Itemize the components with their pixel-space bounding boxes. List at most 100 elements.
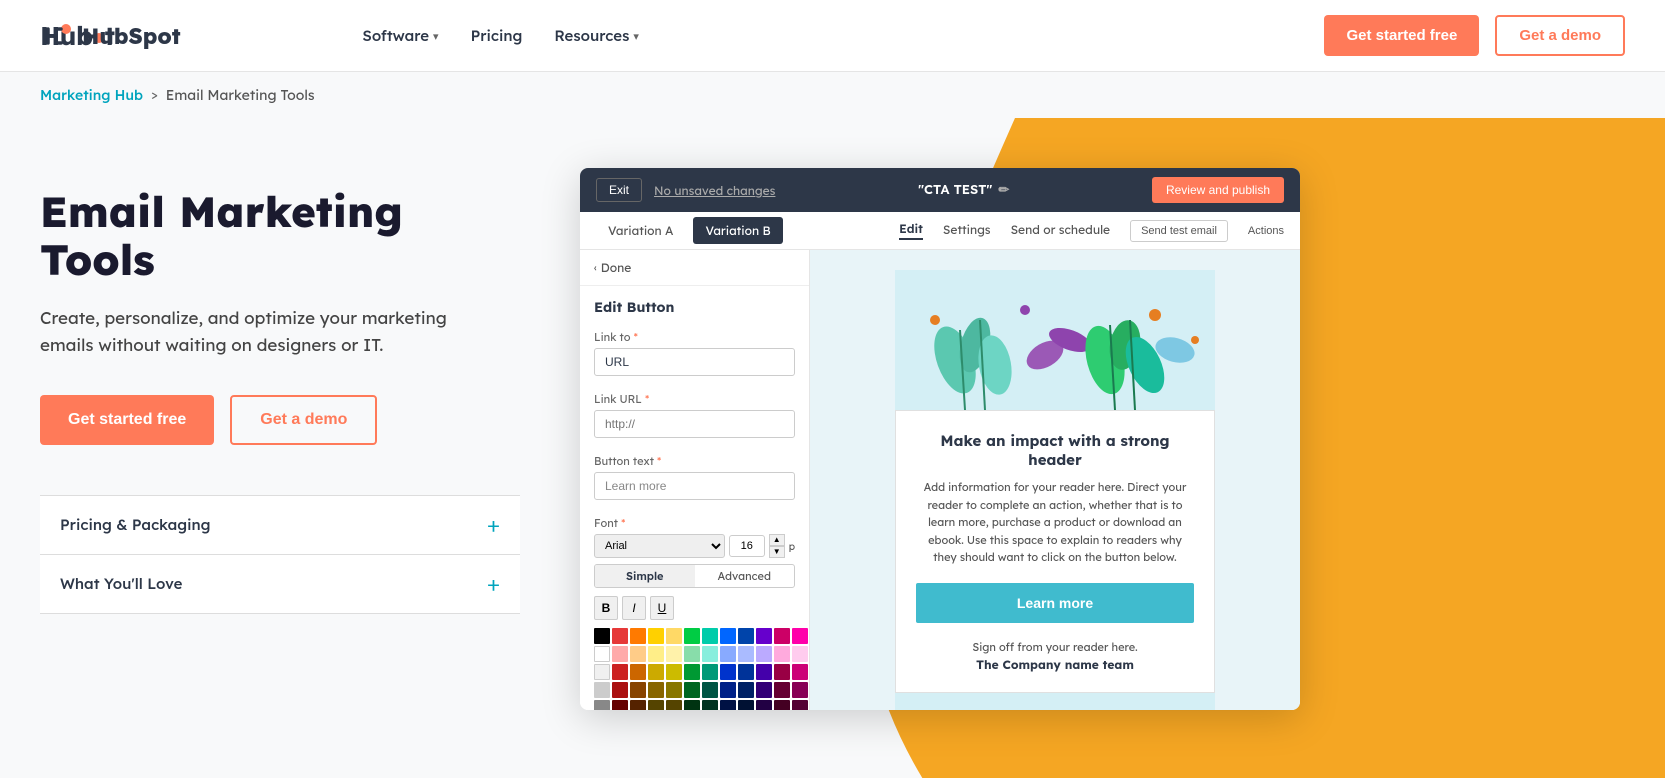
color-swatch-yellow2[interactable] (666, 628, 682, 644)
color-swatch-teal4[interactable] (702, 682, 718, 698)
color-swatch-teal5[interactable] (702, 700, 718, 710)
hubspot-logo[interactable]: HubSpot (40, 17, 181, 55)
color-swatch-purple3[interactable] (756, 664, 772, 680)
panel-settings-tab[interactable]: Settings (943, 222, 991, 239)
color-swatch-pink4[interactable] (792, 646, 808, 662)
color-swatch-yellow10[interactable] (666, 700, 682, 710)
link-url-input[interactable] (594, 410, 795, 438)
color-swatch-pink2[interactable] (792, 628, 808, 644)
color-swatch-black[interactable] (594, 628, 610, 644)
panel-exit-button[interactable]: Exit (596, 178, 642, 202)
color-swatch-pink6[interactable] (792, 664, 808, 680)
color-swatch-pink9[interactable] (774, 700, 790, 710)
color-swatch-gray2[interactable] (594, 682, 610, 698)
color-swatch-green4[interactable] (684, 682, 700, 698)
hero-get-started-button[interactable]: Get started free (40, 395, 214, 445)
accordion: Pricing & Packaging + What You'll Love + (40, 495, 520, 614)
color-swatch-yellow4[interactable] (666, 646, 682, 662)
color-swatch-white[interactable] (594, 646, 610, 662)
edit-back-button[interactable]: ‹ Done (580, 250, 809, 286)
color-swatch-gray3[interactable] (594, 700, 610, 710)
accordion-header-love[interactable]: What You'll Love + (40, 555, 520, 613)
color-swatch-teal3[interactable] (702, 664, 718, 680)
breadcrumb-parent-link[interactable]: Marketing Hub (40, 86, 143, 104)
color-swatch-purple2[interactable] (756, 646, 772, 662)
nav-software[interactable]: Software ▾ (362, 26, 438, 45)
panel-title-edit-icon[interactable]: ✏ (998, 182, 1009, 198)
link-to-select[interactable]: URL (594, 348, 795, 376)
color-swatch-yellow9[interactable] (648, 700, 664, 710)
color-swatch-teal1[interactable] (702, 628, 718, 644)
advanced-tab[interactable]: Advanced (695, 565, 795, 587)
color-swatch-blue10[interactable] (738, 700, 754, 710)
nav-get-started-button[interactable]: Get started free (1324, 15, 1479, 56)
font-select[interactable]: Arial (594, 534, 725, 558)
breadcrumb-separator: > (151, 87, 158, 103)
color-swatch-red2[interactable] (612, 646, 628, 662)
color-swatch-red1[interactable] (612, 628, 628, 644)
button-text-input[interactable] (594, 472, 795, 500)
panel-variation-a-tab[interactable]: Variation A (596, 217, 685, 244)
color-swatch-orange5[interactable] (630, 700, 646, 710)
panel-body: ‹ Done Edit Button Link to * URL (580, 250, 1300, 710)
italic-button[interactable]: I (622, 596, 646, 620)
panel-edit-tab[interactable]: Edit (899, 221, 923, 240)
color-swatch-red5[interactable] (612, 700, 628, 710)
color-swatch-pink7[interactable] (774, 682, 790, 698)
font-size-down[interactable]: ▼ (769, 546, 785, 558)
color-swatch-pink5[interactable] (774, 664, 790, 680)
color-swatch-pink8[interactable] (792, 682, 808, 698)
color-swatch-blue6[interactable] (738, 664, 754, 680)
color-swatch-green2[interactable] (684, 646, 700, 662)
color-swatch-yellow3[interactable] (648, 646, 664, 662)
color-swatch-red4[interactable] (612, 682, 628, 698)
nav-get-demo-button[interactable]: Get a demo (1495, 15, 1625, 56)
color-swatch-yellow6[interactable] (666, 664, 682, 680)
panel-send-schedule-tab[interactable]: Send or schedule (1011, 222, 1111, 239)
color-swatch-yellow7[interactable] (648, 682, 664, 698)
color-swatch-yellow8[interactable] (666, 682, 682, 698)
panel-publish-button[interactable]: Review and publish (1152, 177, 1284, 203)
color-swatch-orange1[interactable] (630, 628, 646, 644)
simple-tab[interactable]: Simple (595, 565, 695, 587)
color-swatch-blue2[interactable] (738, 628, 754, 644)
color-swatch-pink1[interactable] (774, 628, 790, 644)
font-size-up[interactable]: ▲ (769, 534, 785, 546)
panel-unsaved-changes[interactable]: No unsaved changes (654, 183, 775, 198)
panel-actions-button[interactable]: Actions (1248, 225, 1284, 237)
color-swatch-teal2[interactable] (702, 646, 718, 662)
color-swatch-green1[interactable] (684, 628, 700, 644)
color-swatch-blue3[interactable] (720, 646, 736, 662)
panel-send-test-button[interactable]: Send test email (1130, 220, 1228, 242)
color-swatch-green5[interactable] (684, 700, 700, 710)
color-swatch-pink10[interactable] (792, 700, 808, 710)
accordion-header-pricing[interactable]: Pricing & Packaging + (40, 496, 520, 554)
color-swatch-purple5[interactable] (756, 700, 772, 710)
color-swatch-gray1[interactable] (594, 664, 610, 680)
color-swatch-red3[interactable] (612, 664, 628, 680)
hero-get-demo-button[interactable]: Get a demo (230, 395, 377, 445)
color-swatch-blue8[interactable] (738, 682, 754, 698)
color-swatch-orange4[interactable] (630, 682, 646, 698)
color-swatch-purple1[interactable] (756, 628, 772, 644)
panel-variation-b-tab[interactable]: Variation B (693, 217, 782, 244)
nav-pricing[interactable]: Pricing (471, 26, 523, 45)
color-swatch-purple4[interactable] (756, 682, 772, 698)
color-swatch-blue1[interactable] (720, 628, 736, 644)
bold-button[interactable]: B (594, 596, 618, 620)
font-size-input[interactable] (729, 535, 765, 557)
color-swatch-yellow1[interactable] (648, 628, 664, 644)
underline-button[interactable]: U (650, 596, 674, 620)
preview-illustration-bottom (895, 693, 1215, 710)
color-swatch-blue9[interactable] (720, 700, 736, 710)
preview-learn-more-button[interactable]: Learn more (916, 583, 1194, 623)
color-swatch-green3[interactable] (684, 664, 700, 680)
color-swatch-orange2[interactable] (630, 646, 646, 662)
nav-resources[interactable]: Resources ▾ (554, 26, 639, 45)
color-swatch-pink3[interactable] (774, 646, 790, 662)
color-swatch-blue4[interactable] (738, 646, 754, 662)
color-swatch-orange3[interactable] (630, 664, 646, 680)
color-swatch-yellow5[interactable] (648, 664, 664, 680)
color-swatch-blue5[interactable] (720, 664, 736, 680)
color-swatch-blue7[interactable] (720, 682, 736, 698)
